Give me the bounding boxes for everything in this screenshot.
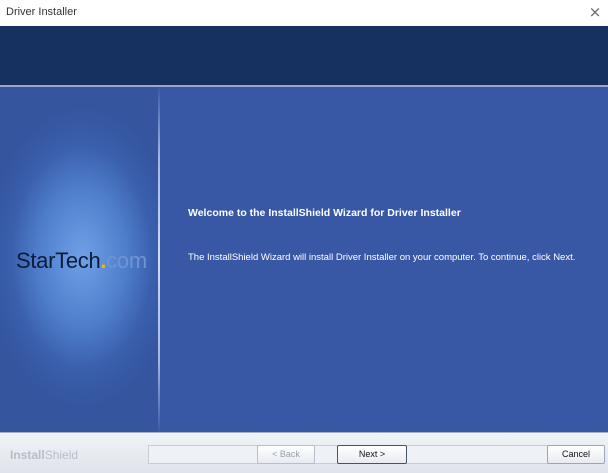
- startech-logo: StarTech.com: [16, 248, 147, 274]
- left-panel-divider: [158, 87, 160, 432]
- installshield-brand-left: Install: [10, 448, 45, 462]
- window-title: Driver Installer: [6, 6, 77, 18]
- welcome-heading: Welcome to the InstallShield Wizard for …: [188, 207, 461, 219]
- title-bar: Driver Installer ×: [0, 0, 608, 26]
- installshield-brand: InstallShield: [10, 448, 78, 462]
- logo-tld: com: [106, 248, 147, 273]
- header-band: [0, 26, 608, 85]
- next-button[interactable]: Next >: [337, 445, 407, 464]
- back-button[interactable]: < Back: [257, 445, 315, 464]
- logo-brand: StarTech: [16, 248, 101, 273]
- cancel-button[interactable]: Cancel: [547, 445, 605, 464]
- close-icon[interactable]: ×: [586, 2, 604, 22]
- welcome-description: The InstallShield Wizard will install Dr…: [188, 252, 576, 263]
- installshield-brand-right: Shield: [44, 448, 79, 462]
